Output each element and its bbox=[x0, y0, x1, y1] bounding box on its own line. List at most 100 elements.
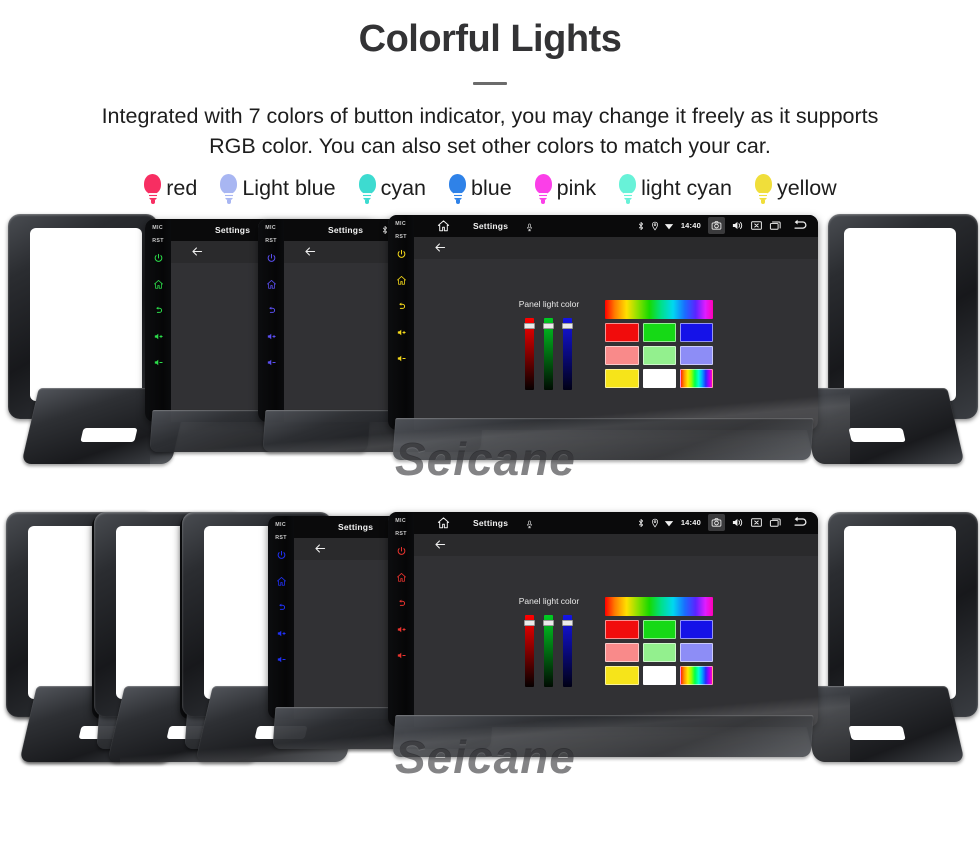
recent-apps-icon[interactable] bbox=[769, 516, 782, 529]
volume-up-icon[interactable] bbox=[276, 628, 287, 639]
unit-lower-lip bbox=[392, 417, 814, 460]
swatch-yellow[interactable] bbox=[605, 666, 639, 686]
back-arrow-icon[interactable] bbox=[304, 245, 317, 258]
side-button-strip: MIC RST bbox=[258, 218, 284, 422]
blue-channel-slider[interactable] bbox=[562, 614, 574, 687]
head-unit-red-2[interactable]: MIC RST Settings 14:40 Panel light color bbox=[388, 511, 818, 727]
volume-down-icon[interactable] bbox=[266, 357, 277, 368]
home-icon[interactable] bbox=[436, 219, 451, 233]
power-icon[interactable] bbox=[276, 550, 287, 561]
back-icon[interactable] bbox=[276, 602, 287, 613]
green-channel-slider-knob[interactable] bbox=[543, 322, 555, 329]
volume-down-icon[interactable] bbox=[153, 357, 164, 368]
bulb-icon bbox=[448, 173, 467, 204]
back-arrow-icon[interactable] bbox=[191, 245, 204, 258]
power-icon[interactable] bbox=[266, 253, 277, 264]
power-icon[interactable] bbox=[153, 253, 164, 264]
volume-down-icon[interactable] bbox=[276, 654, 287, 665]
close-box-icon[interactable] bbox=[750, 219, 763, 232]
back-arrow-icon[interactable] bbox=[434, 538, 447, 551]
swatch-salmon[interactable] bbox=[605, 346, 639, 366]
rst-label: RST bbox=[395, 530, 407, 537]
mic-icon[interactable] bbox=[525, 517, 534, 529]
color-palette bbox=[605, 300, 714, 389]
volume-icon[interactable] bbox=[731, 219, 744, 232]
blue-channel-slider-knob[interactable] bbox=[562, 322, 574, 329]
rst-label: RST bbox=[265, 237, 277, 244]
home-icon[interactable] bbox=[396, 572, 407, 583]
unit-lower-lip bbox=[392, 714, 814, 757]
red-channel-slider[interactable] bbox=[524, 614, 536, 687]
swatch-salmon[interactable] bbox=[605, 643, 639, 663]
bulb-icon bbox=[219, 173, 238, 204]
volume-up-icon[interactable] bbox=[266, 331, 277, 342]
bulb-icon bbox=[618, 173, 637, 204]
swatch-lightgreen[interactable] bbox=[642, 643, 676, 663]
green-channel-slider[interactable] bbox=[543, 317, 555, 390]
swatch-rainbow[interactable] bbox=[679, 666, 714, 686]
red-channel-slider[interactable] bbox=[524, 317, 536, 390]
blue-channel-slider-knob[interactable] bbox=[562, 619, 574, 626]
swatch-red[interactable] bbox=[605, 323, 639, 343]
legend-item-label: yellow bbox=[776, 176, 837, 201]
close-box-icon[interactable] bbox=[750, 516, 763, 529]
back-arrow-icon[interactable] bbox=[314, 542, 327, 555]
swatch-green[interactable] bbox=[642, 323, 676, 343]
legend-item-red: red bbox=[143, 173, 197, 204]
camera-icon[interactable] bbox=[708, 217, 725, 235]
color-legend: red Light blue cyan blue pink light cyan yello… bbox=[0, 173, 980, 204]
rainbow-gradient-bar[interactable] bbox=[605, 597, 714, 617]
red-channel-slider-knob[interactable] bbox=[524, 322, 536, 329]
home-icon[interactable] bbox=[153, 279, 164, 290]
swatch-green[interactable] bbox=[642, 620, 676, 640]
home-icon[interactable] bbox=[266, 279, 277, 290]
swatch-periwinkle[interactable] bbox=[679, 643, 714, 663]
touch-screen[interactable]: Settings 14:40 Panel light color bbox=[414, 214, 818, 430]
power-icon[interactable] bbox=[396, 546, 407, 557]
legend-item-light-blue: Light blue bbox=[219, 173, 336, 204]
back-arrow-icon[interactable] bbox=[434, 241, 447, 254]
back-icon[interactable] bbox=[396, 301, 407, 312]
volume-down-icon[interactable] bbox=[396, 353, 407, 364]
swatch-lightgreen[interactable] bbox=[642, 346, 676, 366]
power-icon[interactable] bbox=[396, 249, 407, 260]
bulb-icon bbox=[143, 173, 162, 204]
mic-label: MIC bbox=[395, 517, 407, 523]
swatch-periwinkle[interactable] bbox=[679, 346, 714, 366]
mic-label: MIC bbox=[395, 220, 407, 226]
swatch-yellow[interactable] bbox=[605, 369, 639, 389]
volume-up-icon[interactable] bbox=[396, 624, 407, 635]
back-icon[interactable] bbox=[396, 598, 407, 609]
back-icon[interactable] bbox=[266, 305, 277, 316]
head-unit-yellow[interactable]: MIC RST Settings 14:40 Panel light color bbox=[388, 214, 818, 430]
panel-light-color-label: Panel light color bbox=[518, 595, 580, 606]
swatch-white[interactable] bbox=[642, 369, 676, 389]
volume-icon[interactable] bbox=[731, 516, 744, 529]
touch-screen[interactable]: Settings 14:40 Panel light color bbox=[414, 511, 818, 727]
swatch-blue[interactable] bbox=[679, 323, 714, 343]
home-icon[interactable] bbox=[396, 275, 407, 286]
red-channel-slider-knob[interactable] bbox=[524, 619, 536, 626]
back-arrow-icon[interactable] bbox=[792, 218, 808, 234]
status-bar-title: Settings bbox=[473, 220, 509, 231]
home-icon[interactable] bbox=[276, 576, 287, 587]
volume-up-icon[interactable] bbox=[396, 327, 407, 338]
recent-apps-icon[interactable] bbox=[769, 219, 782, 232]
back-icon[interactable] bbox=[153, 305, 164, 316]
green-channel-slider-knob[interactable] bbox=[543, 619, 555, 626]
mic-icon[interactable] bbox=[525, 220, 534, 232]
blue-channel-slider[interactable] bbox=[562, 317, 574, 390]
green-channel-slider[interactable] bbox=[543, 614, 555, 687]
camera-icon[interactable] bbox=[708, 514, 725, 532]
volume-up-icon[interactable] bbox=[153, 331, 164, 342]
location-pin-icon bbox=[650, 518, 660, 528]
home-icon[interactable] bbox=[436, 516, 451, 530]
swatch-blue[interactable] bbox=[679, 620, 714, 640]
swatch-rainbow[interactable] bbox=[679, 369, 714, 389]
swatch-red[interactable] bbox=[605, 620, 639, 640]
color-palette bbox=[605, 597, 714, 686]
volume-down-icon[interactable] bbox=[396, 650, 407, 661]
back-arrow-icon[interactable] bbox=[792, 515, 808, 531]
rainbow-gradient-bar[interactable] bbox=[605, 300, 714, 320]
swatch-white[interactable] bbox=[642, 666, 676, 686]
